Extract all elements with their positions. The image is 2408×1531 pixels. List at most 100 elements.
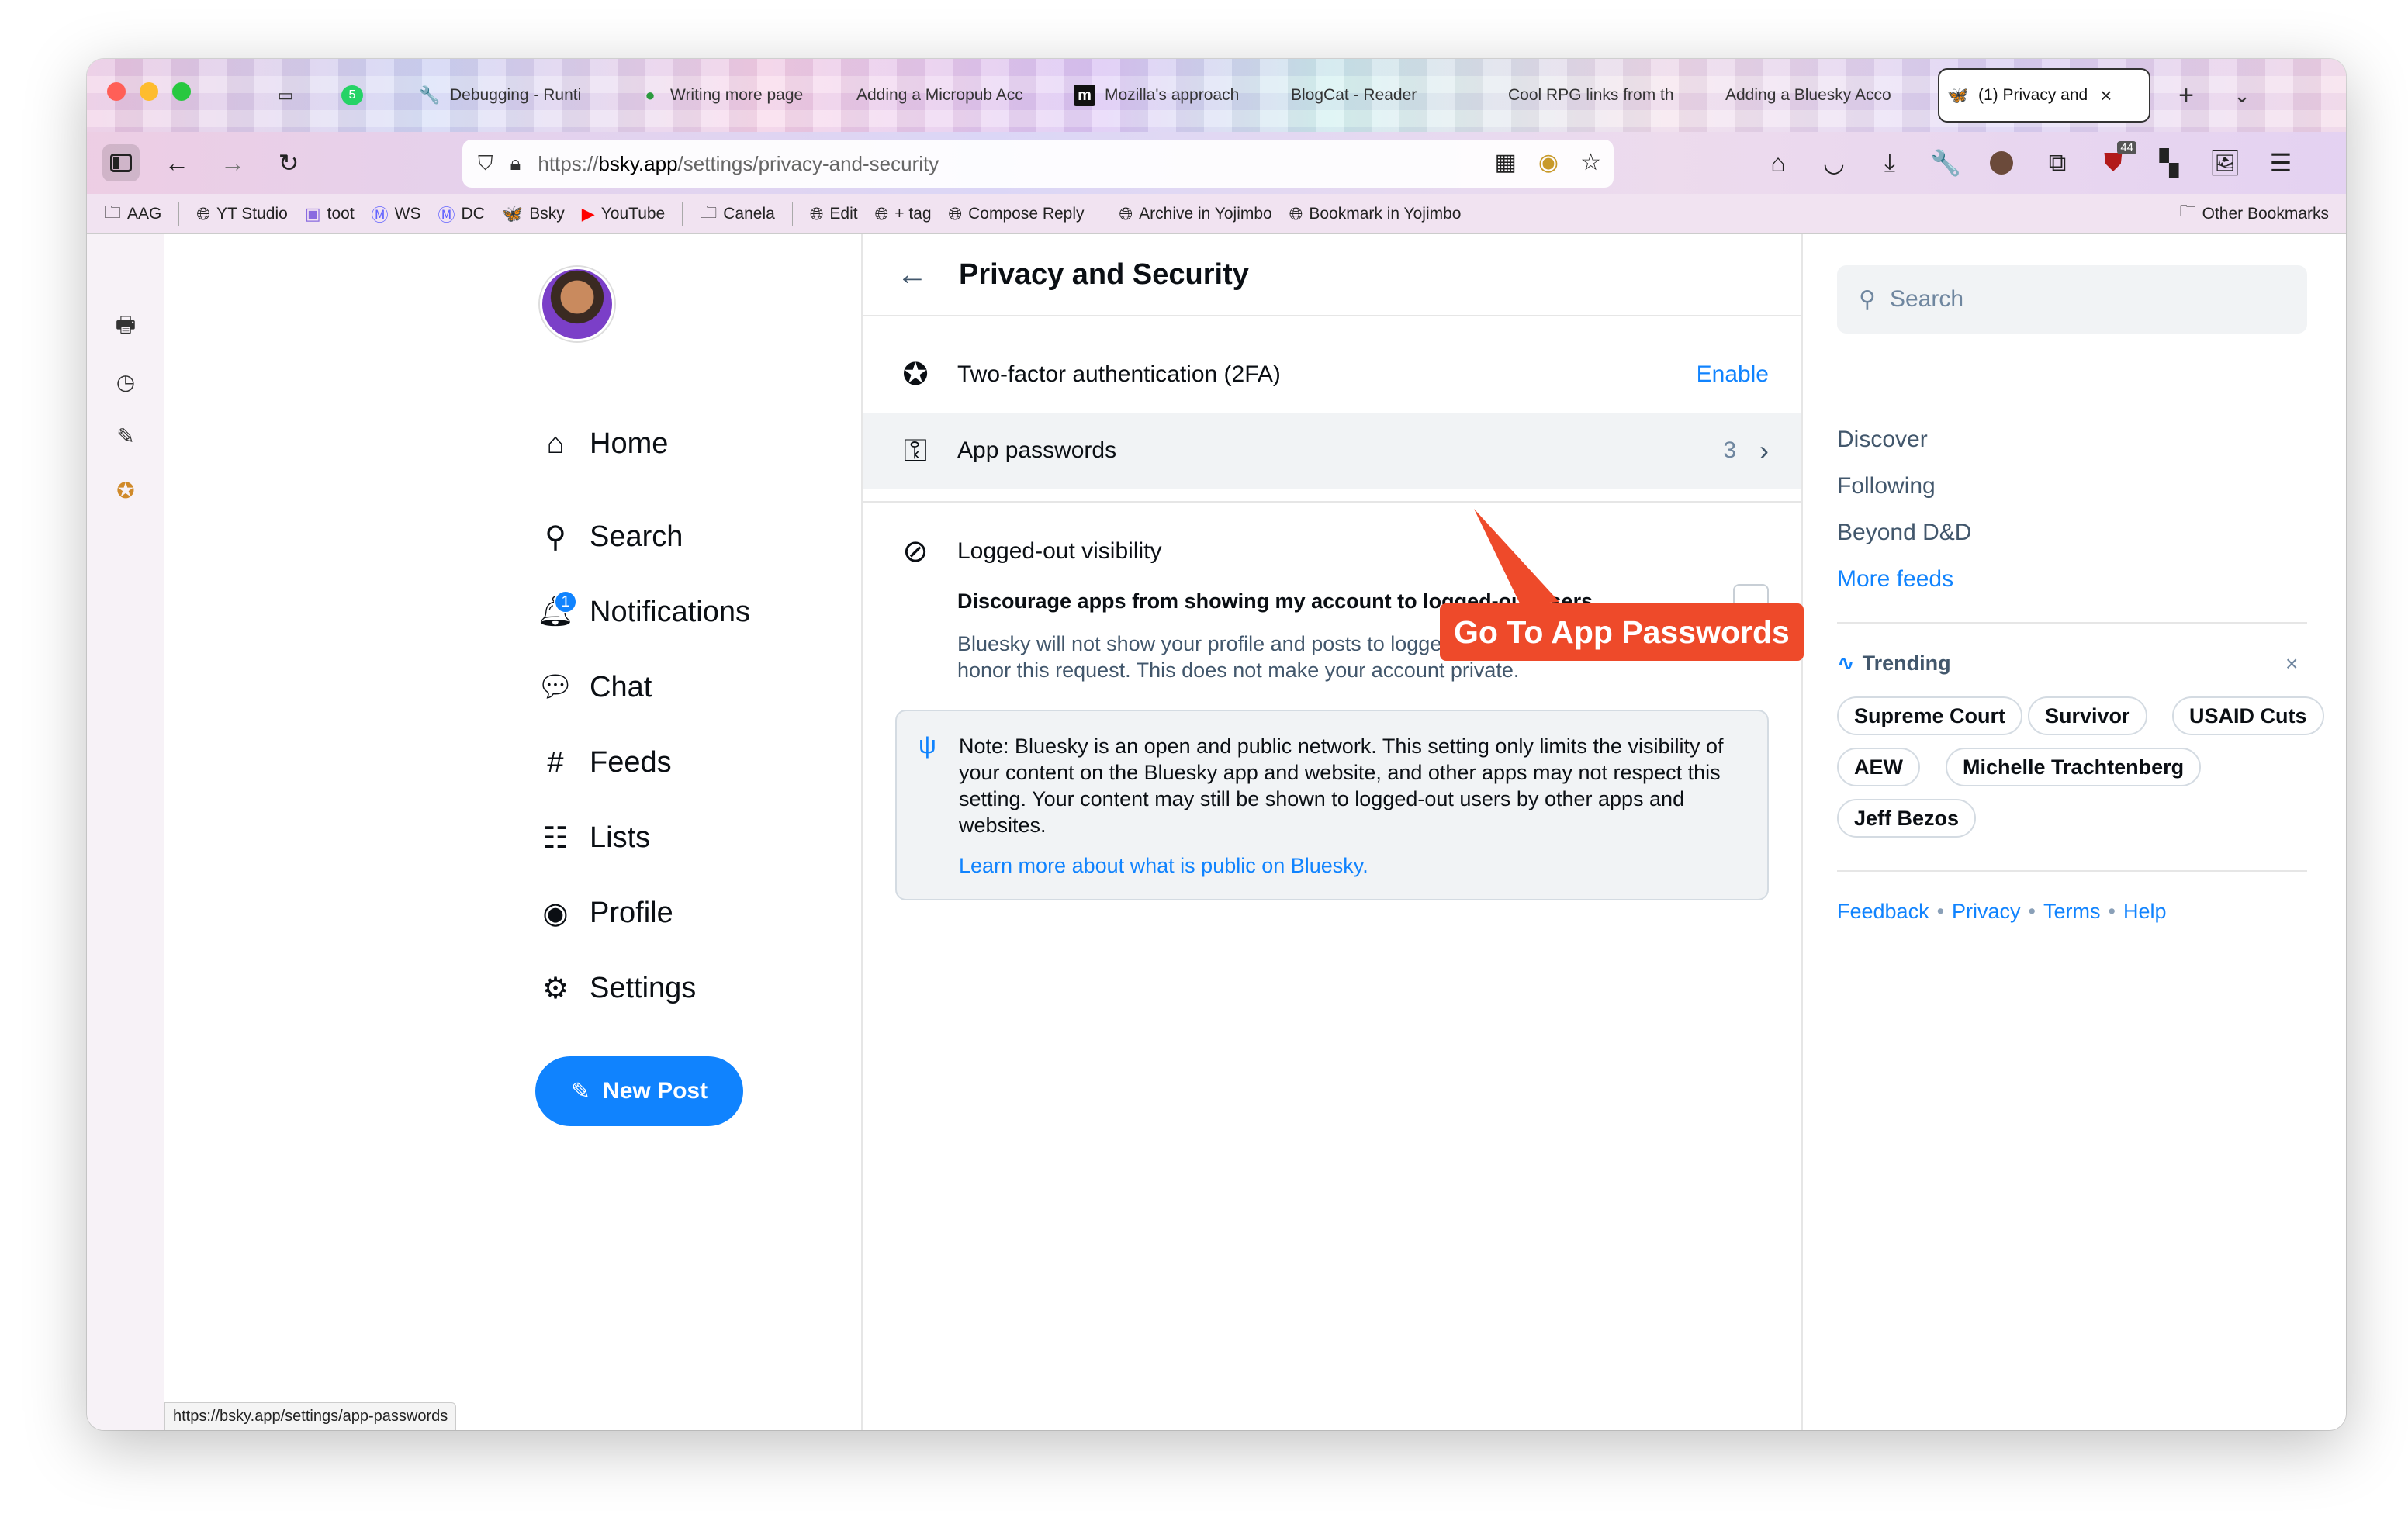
trending-pill[interactable]: Jeff Bezos (1837, 799, 1977, 838)
more-feeds-link[interactable]: More feeds (1837, 566, 1953, 593)
sidebar-synced-tabs-button[interactable]: 🖶 (110, 312, 141, 343)
nav-notifications[interactable]: 🔔︎ 1 Notifications (537, 590, 750, 629)
tab-debugging[interactable]: 🔧 Debugging - Runti (411, 68, 619, 123)
settings-panel: ← Privacy and Security ✪ Two-factor auth… (861, 234, 1803, 1430)
feed-beyond-dnd[interactable]: Beyond D&D (1837, 520, 1971, 546)
new-tab-button[interactable]: + (2163, 68, 2209, 123)
menu-button[interactable]: ☰ (2262, 144, 2299, 181)
navigation-toolbar: ← → ↻ ⛉ 🔒︎ https://bsky.app/settings/pri… (87, 132, 2346, 194)
bookmark-compose-reply[interactable]: 🌐︎ Compose Reply (949, 204, 1085, 224)
close-icon[interactable]: × (2285, 651, 2298, 676)
bookmark-bsky[interactable]: 🦋 Bsky (502, 204, 565, 224)
tab-blogcat[interactable]: BlogCat - Reader (1283, 68, 1493, 123)
ublock-button[interactable]: ⛊ 44 (2095, 141, 2136, 181)
url-bar[interactable]: ⛉ 🔒︎ https://bsky.app/settings/privacy-a… (462, 140, 1614, 188)
terms-link[interactable]: Terms (2043, 900, 2101, 924)
home-button[interactable]: ⌂ (1759, 144, 1797, 181)
compose-icon: ✎ (570, 1078, 591, 1104)
close-tab-icon[interactable]: × (2100, 84, 2112, 108)
bookmark-youtube[interactable]: ▶ YouTube (582, 204, 665, 224)
bookmark-canela[interactable]: 🗀 Canela (700, 199, 775, 229)
trending-pill[interactable]: AEW (1837, 748, 1920, 786)
apps-button[interactable]: ▚ (2150, 144, 2188, 181)
nav-lists[interactable]: ☷ Lists (538, 821, 650, 855)
sidebar-toggle-button[interactable] (102, 144, 140, 181)
bookmark-ws[interactable]: Ⓜ WS (372, 202, 421, 226)
nav-profile[interactable]: ◉ Profile (538, 896, 673, 930)
tab-bluesky-acco[interactable]: Adding a Bluesky Acco (1718, 68, 1925, 123)
enable-2fa-link[interactable]: Enable (1697, 361, 1769, 388)
app-passwords-row[interactable]: ⚿ App passwords 3 › (863, 413, 1801, 489)
twofa-row[interactable]: ✪ Two-factor authentication (2FA) Enable (863, 337, 1801, 413)
bookmark-dc[interactable]: Ⓜ DC (438, 202, 485, 226)
tab-mozilla[interactable]: m Mozilla's approach (1066, 68, 1275, 123)
bookmark-toot[interactable]: ▣ toot (305, 204, 355, 224)
back-arrow-icon[interactable]: ← (897, 257, 928, 292)
feedback-link[interactable]: Feedback (1837, 900, 1929, 924)
sidebar-extension-button[interactable]: ✪ (110, 475, 141, 506)
trending-pill[interactable]: Supreme Court (1837, 696, 2023, 735)
tab-writing[interactable]: ● Writing more page (631, 68, 841, 123)
close-window-button[interactable] (107, 82, 126, 101)
tab-strip: ▭ 5 🔧 Debugging - Runti ● Writing more p… (87, 59, 2346, 132)
nav-search[interactable]: ⚲ Search (538, 520, 683, 554)
qr-code-icon[interactable]: ▦ (1495, 149, 1517, 176)
arrow-left-icon: ← (164, 148, 189, 177)
screenshot-button[interactable]: 🖼︎ (2206, 144, 2244, 181)
new-post-button[interactable]: ✎ New Post (535, 1056, 743, 1126)
nav-home[interactable]: ⌂ Home (538, 427, 669, 461)
extensions-button[interactable]: ⧉ (2039, 144, 2076, 181)
nav-feeds[interactable]: # Feeds (538, 745, 671, 779)
youtube-icon: ▶ (581, 203, 595, 223)
tab-privacy-active[interactable]: 🦋 (1) Privacy and × (1938, 68, 2150, 123)
bookmark-edit[interactable]: 🌐︎ Edit (810, 204, 858, 224)
wrench-icon: 🔧 (1930, 149, 1961, 177)
avatar[interactable] (540, 267, 614, 341)
star-icon[interactable]: ☆ (1580, 149, 1601, 176)
tab-list-button[interactable]: ⌄ (2219, 68, 2265, 123)
tab-rpg[interactable]: Cool RPG links from th (1500, 68, 1710, 123)
pocket-button[interactable]: ◡ (1815, 144, 1853, 181)
butterfly-icon: 🦋 (501, 203, 524, 223)
forward-button[interactable]: → (214, 144, 251, 181)
notification-badge: 1 (554, 590, 577, 613)
chevron-down-icon: ⌄ (2233, 83, 2251, 107)
plus-icon: + (2178, 80, 2194, 110)
bookmark-yt-studio[interactable]: 🌐︎ YT Studio (196, 204, 287, 224)
feed-following[interactable]: Following (1837, 473, 1936, 499)
search-input[interactable]: ⚲ Search (1837, 265, 2307, 334)
help-link[interactable]: Help (2123, 900, 2167, 924)
bookmark-tag[interactable]: 🌐︎ + tag (875, 204, 932, 224)
bookmark-bookmark-yojimbo[interactable]: 🌐︎ Bookmark in Yojimbo (1289, 204, 1462, 224)
trending-pill[interactable]: USAID Cuts (2172, 696, 2324, 735)
bookmark-archive-yojimbo[interactable]: 🌐︎ Archive in Yojimbo (1119, 204, 1272, 224)
other-bookmarks[interactable]: 🗀 Other Bookmarks (2180, 200, 2329, 227)
extension-badge-icon[interactable]: ◉ (1538, 149, 1559, 176)
hamburger-icon: ☰ (2269, 149, 2292, 177)
shield-icon: ⛉ (478, 151, 493, 175)
tab-micropub[interactable]: Adding a Micropub Acc (849, 68, 1058, 123)
zoom-window-button[interactable] (172, 82, 191, 101)
feed-discover[interactable]: Discover (1837, 427, 1928, 453)
trending-pill[interactable]: Survivor (2028, 696, 2147, 735)
nav-chat[interactable]: 💬︎ Chat (537, 670, 652, 704)
devtools-button[interactable]: 🔧 (1927, 144, 1964, 181)
nav-settings[interactable]: ⚙ Settings (538, 971, 696, 1005)
trending-pill[interactable]: Michelle Trachtenberg (1946, 748, 2202, 786)
tabs-icon: 🖶 (115, 313, 137, 337)
tab-whatsapp[interactable]: 5 (334, 68, 388, 123)
page-title: Privacy and Security (959, 257, 1249, 291)
puzzle-icon: ⧉ (2048, 148, 2067, 176)
sidebar-history-button[interactable]: ◷ (110, 366, 141, 397)
learn-more-link[interactable]: Learn more about what is public on Blues… (959, 852, 1744, 879)
account-button[interactable] (1983, 144, 2020, 181)
tab-overview-button[interactable]: ▭ (267, 68, 329, 123)
minimize-window-button[interactable] (140, 82, 158, 101)
back-button[interactable]: ← (158, 144, 195, 181)
bookmark-aag[interactable]: 🗀 AAG (104, 199, 161, 229)
privacy-link[interactable]: Privacy (1952, 900, 2021, 924)
m-logo-icon: m (1074, 85, 1095, 106)
downloads-button[interactable]: ⤓ (1871, 144, 1908, 181)
sidebar-notes-button[interactable]: ✎ (110, 420, 141, 451)
reload-button[interactable]: ↻ (270, 144, 307, 181)
